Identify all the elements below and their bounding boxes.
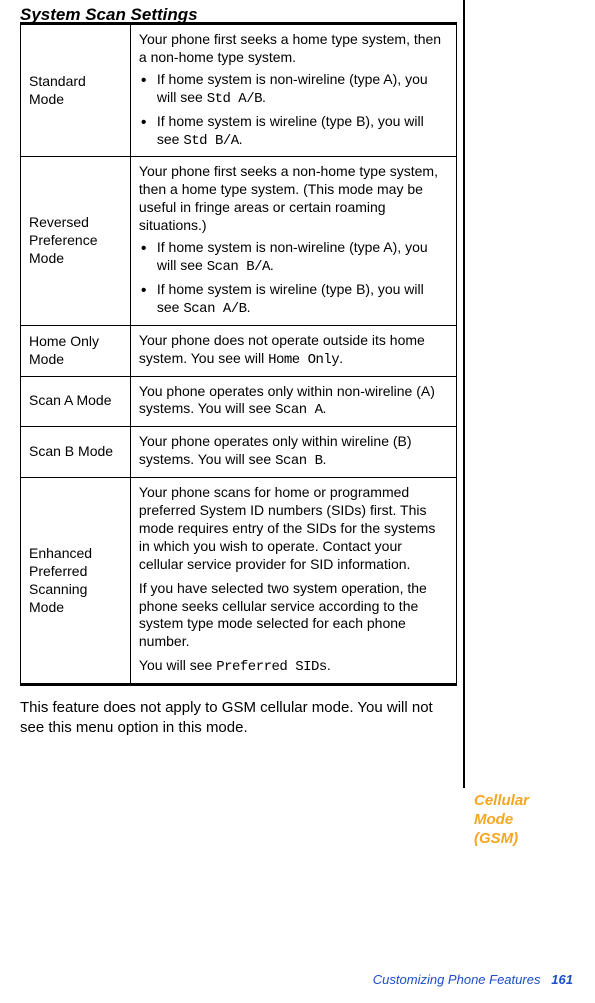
scan-modes-table: Standard Mode Your phone first seeks a h… (20, 22, 457, 686)
bullet-tail: . (247, 299, 251, 315)
bullet-tail: . (239, 131, 243, 147)
paragraph-3: You will see Preferred SIDs. (139, 657, 448, 677)
desc-tail: . (322, 400, 326, 416)
mode-description: Your phone scans for home or programmed … (130, 478, 456, 685)
mode-description: You phone operates only within non-wirel… (130, 376, 456, 427)
bullet-lead: If home system is non-wireline (type A),… (157, 239, 428, 273)
mode-name: Reversed Preference Mode (21, 157, 131, 325)
table-row: Home Only Mode Your phone does not opera… (21, 325, 457, 376)
table-row: Scan B Mode Your phone operates only wit… (21, 427, 457, 478)
bullet-list: If home system is non-wireline (type A),… (139, 71, 448, 151)
mode-name: Enhanced Preferred Scanning Mode (21, 478, 131, 685)
mode-description: Your phone first seeks a home type syste… (130, 24, 456, 157)
vertical-divider (463, 0, 465, 788)
list-item: If home system is wireline (type B), you… (139, 281, 448, 319)
code-text: Std A/B (207, 91, 262, 107)
list-item: If home system is non-wireline (type A),… (139, 239, 448, 277)
code-text: Home Only (268, 352, 339, 368)
list-item: If home system is wireline (type B), you… (139, 113, 448, 151)
bullet-tail: . (270, 257, 274, 273)
code-text: Scan B/A (207, 259, 270, 275)
page-footer: Customizing Phone Features 161 (373, 972, 573, 987)
bullet-tail: . (262, 89, 266, 105)
intro-text: Your phone first seeks a non-home type s… (139, 163, 438, 233)
mode-name: Home Only Mode (21, 325, 131, 376)
content-area: Standard Mode Your phone first seeks a h… (20, 22, 457, 739)
code-text: Preferred SIDs (216, 659, 327, 675)
bullet-list: If home system is non-wireline (type A),… (139, 239, 448, 319)
margin-label-line: Mode (474, 811, 574, 830)
table-row: Scan A Mode You phone operates only with… (21, 376, 457, 427)
code-text: Scan A/B (183, 301, 246, 317)
bullet-lead: If home system is non-wireline (type A),… (157, 71, 428, 105)
margin-label-gsm: Cellular Mode (GSM) (474, 792, 574, 848)
margin-label-line: (GSM) (474, 830, 574, 849)
gsm-note: This feature does not apply to GSM cellu… (20, 698, 457, 739)
table-row: Standard Mode Your phone first seeks a h… (21, 24, 457, 157)
paragraph-1: Your phone scans for home or programmed … (139, 484, 448, 574)
desc-tail: . (339, 350, 343, 366)
mode-name: Scan A Mode (21, 376, 131, 427)
code-text: Scan B (275, 453, 322, 469)
table-row: Reversed Preference Mode Your phone firs… (21, 157, 457, 325)
mode-description: Your phone first seeks a non-home type s… (130, 157, 456, 325)
mode-name: Standard Mode (21, 24, 131, 157)
page: System Scan Settings Standard Mode Your … (0, 0, 595, 1003)
mode-description: Your phone does not operate outside its … (130, 325, 456, 376)
mode-description: Your phone operates only within wireline… (130, 427, 456, 478)
footer-section-title: Customizing Phone Features (373, 972, 541, 987)
code-text: Std B/A (183, 133, 238, 149)
p3-tail: . (327, 657, 331, 673)
paragraph-2: If you have selected two system operatio… (139, 580, 448, 652)
margin-label-line: Cellular (474, 792, 574, 811)
intro-text: Your phone first seeks a home type syste… (139, 31, 441, 65)
desc-tail: . (322, 451, 326, 467)
list-item: If home system is non-wireline (type A),… (139, 71, 448, 109)
mode-name: Scan B Mode (21, 427, 131, 478)
table-row: Enhanced Preferred Scanning Mode Your ph… (21, 478, 457, 685)
p3-lead: You will see (139, 657, 216, 673)
page-number: 161 (551, 972, 573, 987)
code-text: Scan A (275, 402, 322, 418)
